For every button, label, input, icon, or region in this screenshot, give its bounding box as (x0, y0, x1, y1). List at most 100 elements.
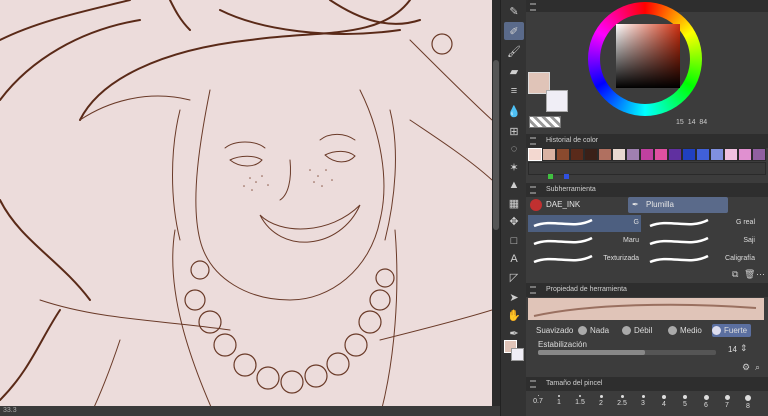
magic-wand-icon[interactable]: ✶ (504, 158, 524, 176)
color-swatch[interactable] (584, 148, 598, 161)
canvas-vertical-scrollbar[interactable] (492, 0, 500, 416)
sub-color-box[interactable] (546, 90, 568, 112)
object-tool-icon[interactable]: ➤ (504, 288, 524, 306)
panel-grip-icon[interactable] (530, 380, 536, 388)
brush-item-texturizada[interactable]: Texturizada (528, 251, 641, 268)
spinner-arrows-icon[interactable]: ⇕ (740, 343, 748, 354)
brush-item-g-real[interactable]: G real (644, 215, 757, 232)
smoothing-option-fuerte[interactable]: Fuerte (712, 324, 752, 337)
brush-size-cell[interactable]: 2.5 (612, 391, 632, 416)
color-swatch[interactable] (752, 148, 766, 161)
option-label: Medio (680, 326, 702, 335)
estabilizacion-slider[interactable] (538, 350, 716, 355)
color-swatch[interactable] (626, 148, 640, 161)
brush-size-cell[interactable]: 3 (633, 391, 653, 416)
slider-fill (538, 350, 645, 355)
subtool-menu-icon[interactable]: ⋯ (756, 269, 765, 280)
brush-item-caligrafia[interactable]: Caligrafía (644, 251, 757, 268)
drawing-canvas[interactable] (0, 0, 492, 416)
color-swatch[interactable] (612, 148, 626, 161)
brush-item-saji[interactable]: Saji (644, 233, 757, 250)
transparent-color-box[interactable] (529, 116, 561, 128)
tool-settings-icon[interactable]: ⚙ (742, 362, 750, 373)
select-rectangle-icon[interactable]: □ (504, 232, 524, 250)
sub-color-mini[interactable] (511, 348, 524, 361)
panel-grip-icon[interactable] (530, 286, 536, 294)
color-swatch[interactable] (528, 148, 542, 161)
saturation-value-square[interactable] (616, 24, 680, 88)
color-swatch[interactable] (654, 148, 668, 161)
line-art-illustration (0, 0, 492, 416)
size-dot (620, 395, 624, 398)
brush-size-cell[interactable]: 5 (675, 391, 695, 416)
brush-stroke-preview (649, 254, 709, 264)
size-dot (579, 395, 581, 397)
color-swatch[interactable] (696, 148, 710, 161)
grid-tool-icon[interactable]: ⊞ (504, 122, 524, 140)
radio-dot (578, 326, 587, 335)
scrollbar-thumb[interactable] (493, 60, 499, 230)
panel-grip-icon[interactable] (530, 186, 536, 194)
size-dot (537, 395, 539, 396)
fill-tool-icon[interactable]: ▲ (504, 176, 524, 194)
color-swatch[interactable] (738, 148, 752, 161)
brush-label: G (633, 219, 639, 226)
smoothing-option-debil[interactable]: Débil (622, 324, 652, 337)
brush-size-cell[interactable]: 2 (591, 391, 611, 416)
color-swatch[interactable] (542, 148, 556, 161)
copy-subtool-icon[interactable]: ⧉ (732, 269, 738, 280)
brush-size-cell[interactable]: 8 (738, 391, 758, 416)
tool-search-icon[interactable]: ⌕ (755, 362, 760, 373)
decoration-tool-icon[interactable]: ≡ (504, 82, 524, 100)
smoothing-option-nada[interactable]: Nada (578, 324, 609, 337)
panel-grip-icon[interactable] (530, 137, 536, 145)
brush-item-g[interactable]: G (528, 215, 641, 232)
brush-item-maru[interactable]: Maru (528, 233, 641, 250)
color-history-title: Historial de color (546, 137, 599, 144)
lasso-tool-icon[interactable]: ◌ (504, 140, 524, 158)
brush-stroke-preview (533, 236, 593, 246)
move-layer-icon[interactable]: ✥ (504, 212, 524, 230)
brush-size-cell[interactable]: 7 (717, 391, 737, 416)
brush-label: Texturizada (603, 255, 639, 262)
blend-tool-icon[interactable]: 💧 (504, 102, 524, 120)
color-swatch[interactable] (556, 148, 570, 161)
brush-size-cell[interactable]: 1.5 (570, 391, 590, 416)
color-swatch[interactable] (682, 148, 696, 161)
brush-size-cell[interactable]: 1 (549, 391, 569, 416)
color-swatch[interactable] (570, 148, 584, 161)
pencil-tool-icon[interactable]: ✐ (504, 22, 524, 40)
delete-subtool-icon[interactable]: 🗑 (744, 269, 755, 280)
size-label: 6 (704, 402, 708, 409)
text-tool-icon[interactable]: A (504, 250, 524, 268)
brush-stroke-preview-large (528, 298, 764, 320)
size-label: 2.5 (617, 400, 627, 407)
smoothing-option-medio[interactable]: Medio (668, 324, 702, 337)
radio-dot (712, 326, 721, 335)
panel-grip-icon[interactable] (530, 3, 536, 11)
brush-tool-icon[interactable]: 🖌 (504, 42, 524, 60)
subtool-tab-plumilla[interactable]: ✒ Plumilla (628, 197, 728, 213)
color-swatch[interactable] (710, 148, 724, 161)
size-label: 4 (662, 401, 666, 408)
color-swatch[interactable] (724, 148, 738, 161)
status-bar: 33.3 (0, 406, 500, 416)
pen-tool-icon[interactable]: ✎ (504, 2, 524, 20)
brush-stroke-preview (649, 236, 709, 246)
color-swatch[interactable] (640, 148, 654, 161)
hue-value: 15 (676, 119, 684, 126)
brush-size-cell[interactable]: 4 (654, 391, 674, 416)
size-dot (558, 395, 560, 397)
hand-tool-icon[interactable]: ✋ (504, 306, 524, 324)
color-swatch[interactable] (598, 148, 612, 161)
size-label: 0.7 (533, 398, 543, 405)
color-swatch[interactable] (668, 148, 682, 161)
brush-stroke-preview (533, 218, 593, 228)
eraser-tool-icon[interactable]: ▰ (504, 62, 524, 80)
brush-label: Caligrafía (725, 255, 755, 262)
subtool-tab-dae-ink[interactable]: DAE_INK (528, 197, 628, 213)
frame-tool-icon[interactable]: ◸ (504, 268, 524, 286)
brush-size-cell[interactable]: 6 (696, 391, 716, 416)
gradient-tool-icon[interactable]: ▦ (504, 194, 524, 212)
brush-size-cell[interactable]: 0.7 (528, 391, 548, 416)
